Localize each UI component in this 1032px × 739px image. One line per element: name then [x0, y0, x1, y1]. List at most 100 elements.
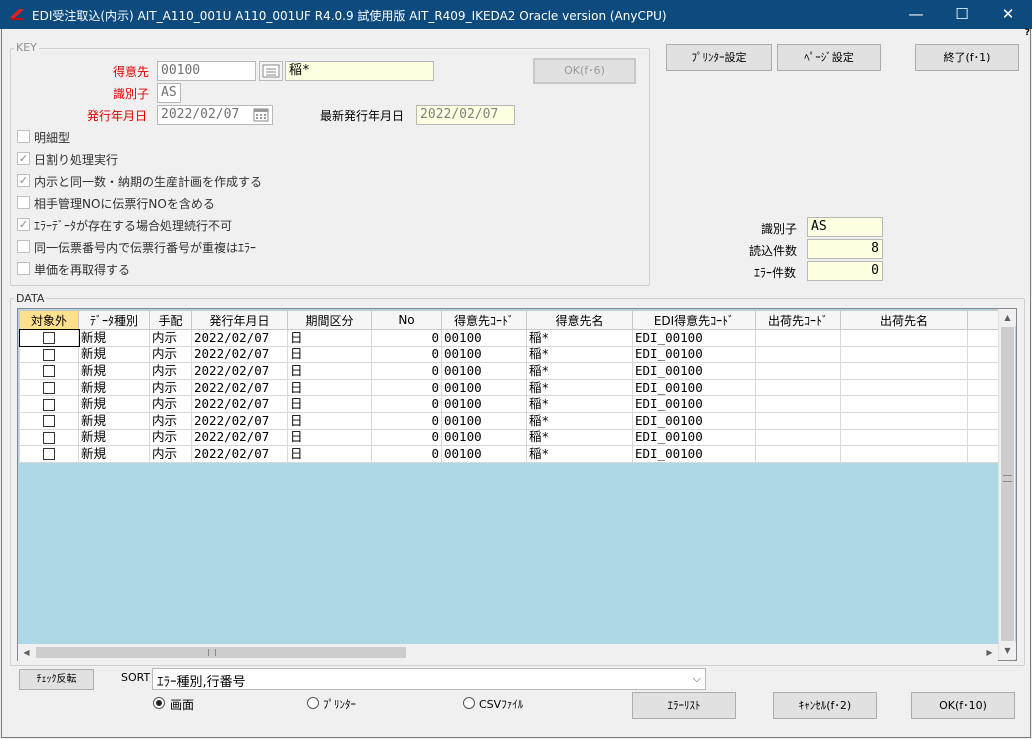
- cell-taishogai[interactable]: [19, 345, 79, 364]
- error-list-button[interactable]: ｴﾗｰﾘｽﾄ: [632, 692, 736, 719]
- cell-edi-tokuisaki-code[interactable]: EDI_00100: [632, 428, 756, 447]
- cell-shukkasaki-name[interactable]: [840, 329, 968, 347]
- scroll-left-icon[interactable]: ◀: [18, 644, 35, 661]
- cell-tokuisaki-code[interactable]: 00100: [441, 345, 527, 364]
- cell-data-shubetsu[interactable]: 新規: [78, 428, 150, 447]
- cell-kikan-kubun[interactable]: 日: [287, 329, 372, 347]
- lookup-list-icon[interactable]: [259, 61, 283, 81]
- vertical-scroll-thumb[interactable]: [1001, 327, 1014, 641]
- cell-data-shubetsu[interactable]: 新規: [78, 345, 150, 364]
- cell-tehai[interactable]: 内示: [149, 362, 192, 380]
- cell-data-shubetsu[interactable]: 新規: [78, 395, 150, 413]
- col-header-hakko-date[interactable]: 発行年月日: [191, 310, 288, 330]
- cell-no[interactable]: 0: [371, 411, 442, 430]
- cell-shukkasaki-name[interactable]: [840, 411, 968, 430]
- col-header-shukkasaki-code[interactable]: 出荷先ｺｰﾄﾞ: [755, 310, 841, 330]
- cell-data-shubetsu[interactable]: 新規: [78, 411, 150, 430]
- cell-tokuisaki-name[interactable]: 稲*: [526, 445, 633, 463]
- ok-f6-button[interactable]: OK(f･6): [533, 58, 636, 84]
- cell-shukkasaki-code[interactable]: [755, 395, 841, 413]
- row-exclude-checkbox[interactable]: [43, 332, 55, 345]
- cell-taishogai[interactable]: [19, 362, 79, 380]
- checkbox-meisai[interactable]: [17, 130, 30, 143]
- cancel-button[interactable]: ｷｬﾝｾﾙ(f･2): [773, 692, 877, 719]
- cell-taishogai[interactable]: [19, 395, 79, 413]
- table-row[interactable]: 新規 内示 2022/02/07 日 0 00100 稲* EDI_00100: [19, 378, 1000, 397]
- cell-shukkasaki-code[interactable]: [755, 445, 841, 463]
- row-exclude-checkbox[interactable]: [43, 382, 55, 395]
- cell-data-shubetsu[interactable]: 新規: [78, 362, 150, 380]
- cell-tehai[interactable]: 内示: [149, 395, 192, 413]
- cell-tehai[interactable]: 内示: [149, 428, 192, 447]
- cell-tokuisaki-code[interactable]: 00100: [441, 445, 527, 463]
- horizontal-scrollbar[interactable]: ◀ ▶: [18, 644, 998, 661]
- scroll-down-icon[interactable]: ▼: [999, 642, 1016, 659]
- calendar-icon[interactable]: [253, 108, 269, 122]
- radio-printer[interactable]: [307, 697, 319, 709]
- cell-no[interactable]: 0: [371, 395, 442, 413]
- checkbox-seisan-keikaku[interactable]: ✓: [17, 174, 30, 187]
- cell-hakko-date[interactable]: 2022/02/07: [191, 445, 288, 463]
- cell-data-shubetsu[interactable]: 新規: [78, 378, 150, 397]
- cell-shukkasaki-code[interactable]: [755, 329, 841, 347]
- cell-kikan-kubun[interactable]: 日: [287, 428, 372, 447]
- table-row[interactable]: 新規 内示 2022/02/07 日 0 00100 稲* EDI_00100: [19, 362, 1000, 380]
- row-exclude-checkbox[interactable]: [43, 415, 55, 428]
- data-grid[interactable]: 対象外 ﾃﾞｰﾀ種別 手配 発行年月日 期間区分 No 得意先ｺｰﾄﾞ 得意先名…: [17, 308, 1017, 661]
- cell-shukkasaki-code[interactable]: [755, 362, 841, 380]
- cell-tokuisaki-code[interactable]: 00100: [441, 411, 527, 430]
- cell-hakko-date[interactable]: 2022/02/07: [191, 395, 288, 413]
- cell-tokuisaki-code[interactable]: 00100: [441, 428, 527, 447]
- scroll-up-icon[interactable]: ▲: [999, 309, 1016, 326]
- cell-no[interactable]: 0: [371, 329, 442, 347]
- cell-kikan-kubun[interactable]: 日: [287, 362, 372, 380]
- cell-taishogai[interactable]: [19, 445, 79, 463]
- row-exclude-checkbox[interactable]: [43, 398, 55, 411]
- cell-tokuisaki-name[interactable]: 稲*: [526, 329, 633, 347]
- scroll-right-icon[interactable]: ▶: [981, 644, 998, 661]
- cell-no[interactable]: 0: [371, 428, 442, 447]
- cell-tokuisaki-name[interactable]: 稲*: [526, 378, 633, 397]
- cell-no[interactable]: 0: [371, 362, 442, 380]
- close-button[interactable]: ✕: [985, 0, 1031, 29]
- cell-shukkasaki-name[interactable]: [840, 395, 968, 413]
- row-exclude-checkbox[interactable]: [43, 365, 55, 378]
- cell-no[interactable]: 0: [371, 445, 442, 463]
- vertical-scrollbar[interactable]: ▲ ▼: [998, 309, 1016, 660]
- cell-edi-tokuisaki-code[interactable]: EDI_00100: [632, 411, 756, 430]
- cell-tehai[interactable]: 内示: [149, 445, 192, 463]
- cell-tokuisaki-code[interactable]: 00100: [441, 395, 527, 413]
- cell-hakko-date[interactable]: 2022/02/07: [191, 428, 288, 447]
- cell-edi-tokuisaki-code[interactable]: EDI_00100: [632, 378, 756, 397]
- cell-kikan-kubun[interactable]: 日: [287, 395, 372, 413]
- checkbox-hiwari[interactable]: ✓: [17, 152, 30, 165]
- chevron-down-icon[interactable]: ⌵: [693, 672, 701, 686]
- col-header-shukkasaki-name[interactable]: 出荷先名: [840, 310, 968, 330]
- cell-hakko-date[interactable]: 2022/02/07: [191, 378, 288, 397]
- col-header-tehai[interactable]: 手配: [149, 310, 192, 330]
- cell-shukkasaki-code[interactable]: [755, 411, 841, 430]
- cell-tokuisaki-name[interactable]: 稲*: [526, 362, 633, 380]
- row-exclude-checkbox[interactable]: [43, 348, 55, 361]
- cell-taishogai[interactable]: [19, 428, 79, 447]
- cell-tokuisaki-name[interactable]: 稲*: [526, 345, 633, 364]
- cell-kikan-kubun[interactable]: 日: [287, 345, 372, 364]
- col-header-tokuisaki-name[interactable]: 得意先名: [526, 310, 633, 330]
- cell-shukkasaki-name[interactable]: [840, 378, 968, 397]
- cell-edi-tokuisaki-code[interactable]: EDI_00100: [632, 329, 756, 347]
- cell-shukkasaki-code[interactable]: [755, 345, 841, 364]
- checkbox-duplicate-error[interactable]: [17, 240, 30, 253]
- exit-button[interactable]: 終了(f･1): [915, 44, 1019, 71]
- cell-hakko-date[interactable]: 2022/02/07: [191, 411, 288, 430]
- cell-taishogai[interactable]: [19, 411, 79, 430]
- horizontal-scroll-thumb[interactable]: [36, 647, 406, 658]
- cell-no[interactable]: 0: [371, 345, 442, 364]
- check-invert-button[interactable]: ﾁｪｯｸ反転: [19, 669, 94, 690]
- table-row[interactable]: 新規 内示 2022/02/07 日 0 00100 稲* EDI_00100: [19, 395, 1000, 413]
- row-exclude-checkbox[interactable]: [43, 431, 55, 444]
- printer-settings-button[interactable]: ﾌﾟﾘﾝﾀｰ設定: [666, 44, 772, 71]
- col-header-no[interactable]: No: [371, 310, 442, 330]
- cell-tokuisaki-code[interactable]: 00100: [441, 329, 527, 347]
- cell-edi-tokuisaki-code[interactable]: EDI_00100: [632, 395, 756, 413]
- shikibetsushi-input[interactable]: AS: [157, 83, 181, 103]
